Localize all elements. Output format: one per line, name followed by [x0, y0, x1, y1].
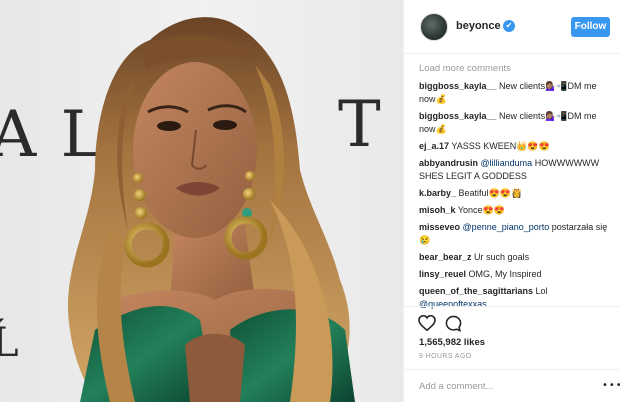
- comment-text: Lol: [533, 286, 548, 296]
- comment-item: biggboss_kayla__ New clients💁🏽‍♀️📲DM me …: [419, 80, 614, 106]
- comment-text: OMG, My Inspired: [466, 269, 542, 279]
- earring-bead: [243, 188, 255, 200]
- comment-item: ej_a.17 YASSS KWEEN👑😍😍: [419, 140, 614, 153]
- post-actions: 1,565,982 likes 9 HOURS AGO: [404, 306, 620, 368]
- comment-item: biggboss_kayla__ New clients💁🏽‍♀️📲DM me …: [419, 110, 614, 136]
- comment-author[interactable]: abbyandrusin: [419, 158, 478, 168]
- comment-author[interactable]: ej_a.17: [419, 141, 449, 151]
- earring-stone: [242, 208, 252, 218]
- earring-bead: [134, 189, 146, 201]
- comment-mention-link[interactable]: @penne_piano_porto: [463, 222, 550, 232]
- face-shape: [133, 62, 257, 238]
- eye-left: [157, 121, 181, 131]
- add-comment-bar: •••: [404, 369, 620, 402]
- comment-author[interactable]: misoh_k: [419, 205, 456, 215]
- earring-bead: [135, 207, 147, 219]
- earring-bead: [245, 171, 255, 181]
- post-timestamp[interactable]: 9 HOURS AGO: [419, 353, 472, 360]
- comment-bubble-icon[interactable]: [445, 315, 462, 337]
- comment-author[interactable]: bear_bear_z: [419, 252, 472, 262]
- post-details-panel: beyonce ✔ Follow Load more comments bigg…: [403, 0, 620, 402]
- likes-count[interactable]: 1,565,982 likes: [419, 337, 485, 348]
- comment-author[interactable]: misseveo: [419, 222, 460, 232]
- username-link[interactable]: beyonce: [456, 20, 501, 32]
- earring-bead: [133, 173, 143, 183]
- comment-item: bear_bear_z Ur such goals: [419, 251, 614, 264]
- comment-author[interactable]: linsy_reuel: [419, 269, 466, 279]
- comment-mention-link[interactable]: @lillianduma: [481, 158, 533, 168]
- comment-item: misseveo @penne_piano_porto postarzała s…: [419, 221, 614, 247]
- post-photo[interactable]: A L T Ĺ: [0, 0, 403, 402]
- comment-item: misoh_k Yonce😍😍: [419, 204, 614, 217]
- dress-cutout: [185, 333, 245, 402]
- comment-text: Yonce😍😍: [455, 205, 505, 215]
- comment-author[interactable]: biggboss_kayla__: [419, 111, 497, 121]
- comment-item: k.barby_ Beatiful😍😍👸: [419, 187, 614, 200]
- like-heart-icon[interactable]: [418, 314, 436, 336]
- portrait-illustration: [67, 17, 355, 402]
- comment-author[interactable]: k.barby_: [419, 188, 456, 198]
- more-options-icon[interactable]: •••: [602, 381, 620, 391]
- comment-text: Ur such goals: [471, 252, 530, 262]
- follow-button[interactable]: Follow: [571, 17, 610, 37]
- comment-text: YASSS KWEEN👑😍😍: [449, 141, 550, 151]
- load-more-comments-link[interactable]: Load more comments: [419, 63, 614, 74]
- avatar[interactable]: [420, 13, 448, 41]
- comments-list: Load more comments biggboss_kayla__ New …: [419, 63, 614, 315]
- post-header: beyonce ✔ Follow: [404, 0, 620, 54]
- comment-author[interactable]: biggboss_kayla__: [419, 81, 497, 91]
- eye-right: [213, 120, 237, 130]
- add-comment-input[interactable]: [419, 378, 589, 394]
- verified-badge-icon: ✔: [503, 20, 515, 32]
- comment-author[interactable]: queen_of_the_sagittarians: [419, 286, 533, 296]
- comment-text: Beatiful😍😍👸: [456, 188, 523, 198]
- comment-item: abbyandrusin @lillianduma HOWWWWWW SHES …: [419, 157, 614, 183]
- comment-item: linsy_reuel OMG, My Inspired: [419, 268, 614, 281]
